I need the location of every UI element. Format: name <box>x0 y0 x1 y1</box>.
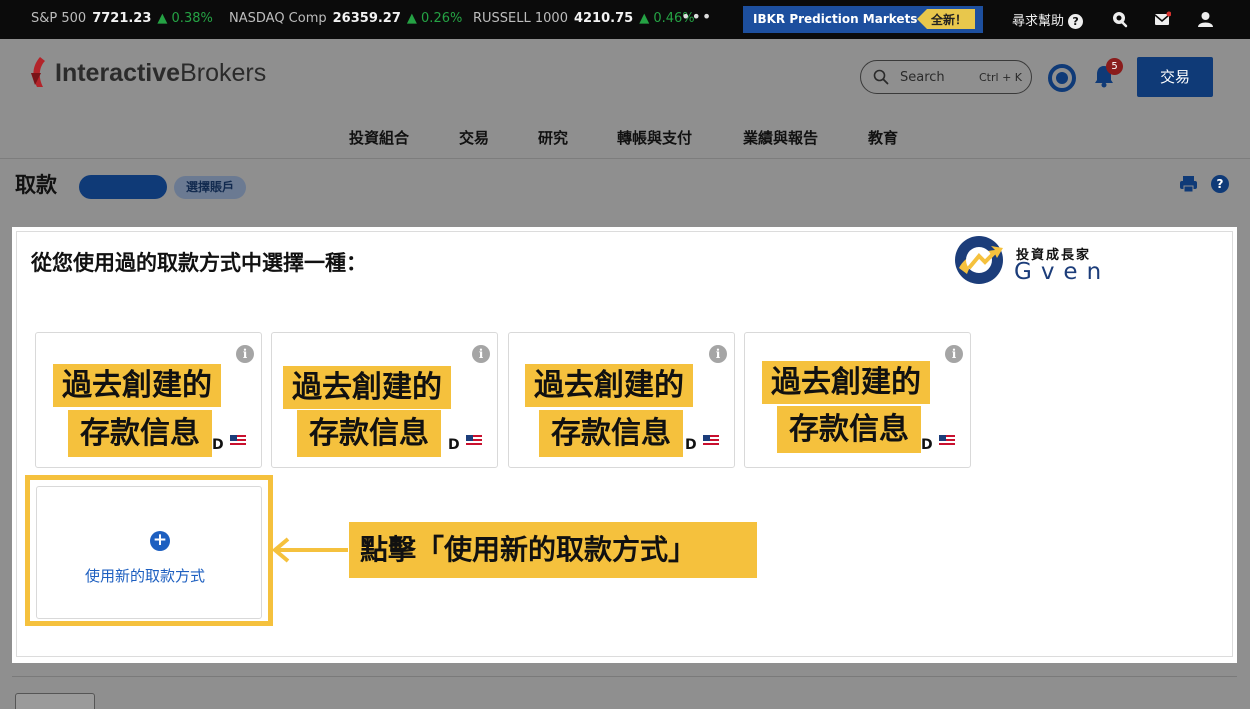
ticker-value: 4210.75 <box>573 11 634 26</box>
arrow-left-icon <box>272 537 348 563</box>
trade-button[interactable]: 交易 <box>1137 57 1213 97</box>
new-method-label: 使用新的取款方式 <box>85 567 206 585</box>
new-badge: 全新！ <box>917 9 976 29</box>
add-icon: + <box>150 531 170 551</box>
chat-icon[interactable] <box>1111 11 1128 28</box>
new-withdrawal-method-card[interactable]: + 使用新的取款方式 <box>25 475 273 626</box>
overlay-annotation: 存款信息 <box>68 410 212 457</box>
ib-logo-mark-icon <box>31 57 45 87</box>
watermark-logo-icon <box>955 236 1003 284</box>
page-help-icon[interactable]: ? <box>1211 175 1229 193</box>
currency-suffix: D <box>448 437 460 453</box>
ticker-value: 26359.27 <box>332 11 401 26</box>
help-icon: ? <box>1068 14 1084 29</box>
overlay-annotation: 存款信息 <box>777 406 921 453</box>
search-placeholder: Search <box>900 70 945 85</box>
currency-suffix: D <box>685 437 697 453</box>
ibkr-globe-icon[interactable] <box>1048 64 1076 92</box>
overlay-annotation: 過去創建的 <box>53 364 221 407</box>
page-title: 取款 <box>15 173 57 197</box>
ticker-name: S&P 500 <box>31 11 87 26</box>
overlay-annotation: 過去創建的 <box>762 361 930 404</box>
ib-logo[interactable]: InteractiveBrokers <box>55 59 266 88</box>
instruction-callout: 點擊「使用新的取款方式」 <box>349 522 757 578</box>
select-account-button[interactable]: 選擇賬戶 <box>174 176 246 199</box>
currency-suffix: D <box>212 437 224 453</box>
info-icon[interactable]: i <box>472 345 490 363</box>
nav-transfer-pay[interactable]: 轉帳與支付 <box>617 127 692 148</box>
overlay-annotation: 過去創建的 <box>283 366 451 409</box>
ticker-name: NASDAQ Comp <box>229 11 327 26</box>
market-ticker-bar: S&P 500 7721.23 ▲ 0.38% NASDAQ Comp 26359.2… <box>0 0 1250 39</box>
logo-text-b: Brokers <box>180 59 267 87</box>
back-button[interactable] <box>15 693 95 709</box>
nav-portfolio[interactable]: 投資組合 <box>349 127 409 148</box>
info-icon[interactable]: i <box>945 345 963 363</box>
ticker-item-nasdaq[interactable]: NASDAQ Comp 26359.27 ▲ 0.26% <box>229 11 462 26</box>
nav-trade[interactable]: 交易 <box>459 127 489 148</box>
info-icon[interactable]: i <box>709 345 727 363</box>
us-flag-icon <box>230 435 246 447</box>
ticker-item-russell[interactable]: RUSSELL 1000 4210.75 ▲ 0.46% <box>473 11 695 26</box>
prediction-markets-banner[interactable]: IBKR Prediction Markets 全新！ <box>743 6 983 33</box>
promo-label: IBKR Prediction Markets <box>753 12 918 26</box>
section-heading: 從您使用過的取款方式中選擇一種： <box>31 251 367 275</box>
us-flag-icon <box>939 435 955 447</box>
us-flag-icon <box>703 435 719 447</box>
site-header: InteractiveBrokers Search Ctrl + K 5 交易 … <box>0 39 1250 159</box>
notification-count-badge: 5 <box>1106 58 1123 75</box>
user-icon[interactable] <box>1197 11 1214 28</box>
ticker-name: RUSSELL 1000 <box>473 11 568 26</box>
overlay-annotation: 存款信息 <box>539 410 683 457</box>
help-label: 尋求幫助 <box>1012 14 1065 29</box>
new-method-inner: + 使用新的取款方式 <box>36 486 262 619</box>
ticker-change: ▲ 0.38% <box>157 11 213 26</box>
nav-education[interactable]: 教育 <box>868 127 898 148</box>
logo-text-a: Interactive <box>55 59 181 87</box>
print-icon[interactable] <box>1179 175 1198 193</box>
info-icon[interactable]: i <box>236 345 254 363</box>
watermark-subtitle: Gven <box>1014 259 1111 285</box>
ticker-value: 7721.23 <box>92 11 152 26</box>
nav-research[interactable]: 研究 <box>538 127 568 148</box>
search-icon <box>873 69 889 85</box>
search-box[interactable]: Search Ctrl + K <box>860 60 1032 94</box>
ticker-item-sp500[interactable]: S&P 500 7721.23 ▲ 0.38% <box>31 11 213 26</box>
ticker-change: ▲ 0.26% <box>406 11 463 26</box>
search-shortcut: Ctrl + K <box>979 71 1022 84</box>
nav-performance-reports[interactable]: 業績與報告 <box>743 127 818 148</box>
more-icon[interactable]: ••• <box>681 7 712 26</box>
account-id-pill[interactable] <box>79 175 167 199</box>
us-flag-icon <box>466 435 482 447</box>
currency-suffix: D <box>921 437 933 453</box>
mail-icon[interactable] <box>1154 11 1171 28</box>
help-link[interactable]: 尋求幫助? <box>1012 10 1084 29</box>
divider <box>12 676 1237 677</box>
overlay-annotation: 存款信息 <box>297 410 441 457</box>
overlay-annotation: 過去創建的 <box>525 364 693 407</box>
